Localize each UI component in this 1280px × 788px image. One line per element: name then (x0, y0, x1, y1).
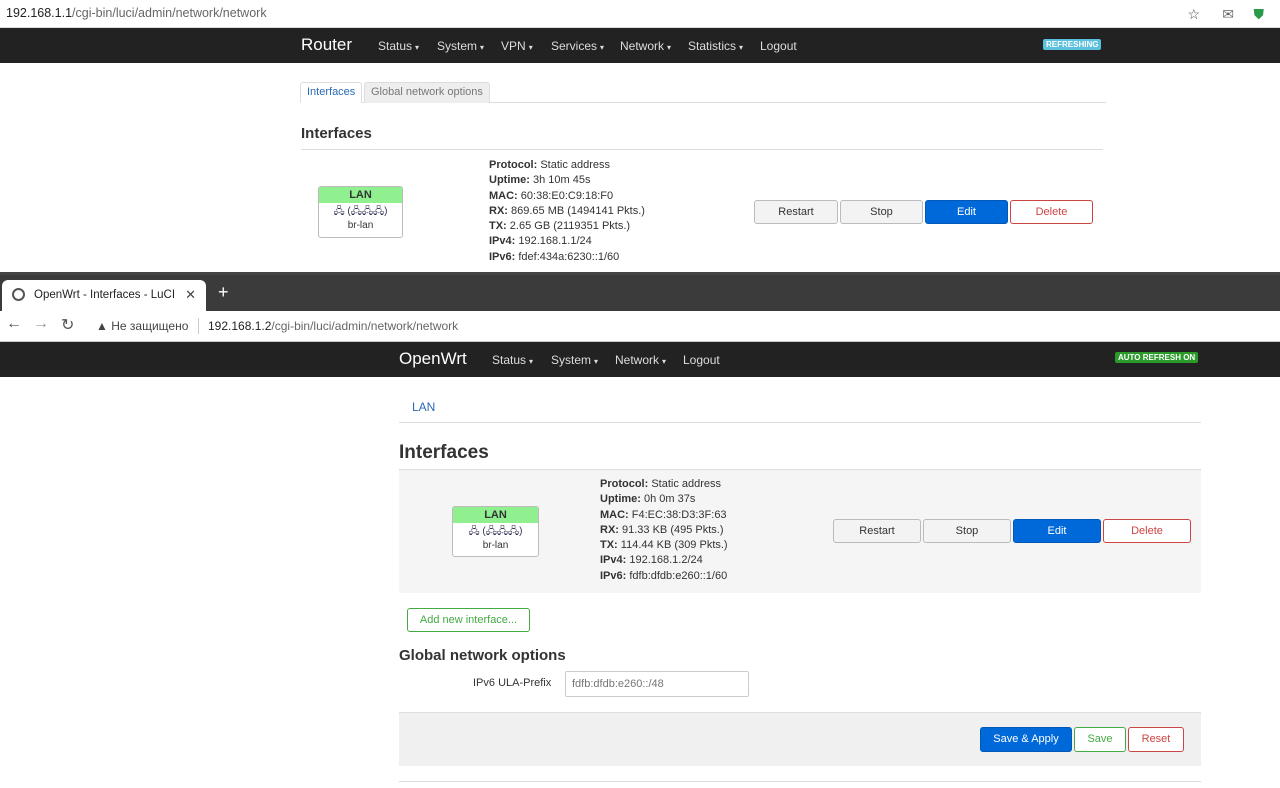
tab-bar: Interfaces Global network options (300, 82, 1106, 103)
info-rx: RX: 91.33 KB (495 Pkts.) (600, 523, 724, 536)
stop-button[interactable]: Stop (840, 200, 923, 224)
divider (399, 781, 1201, 782)
menu-services[interactable]: Services ▾ (551, 39, 604, 53)
menu-statistics[interactable]: Statistics ▾ (688, 39, 743, 53)
lan-tab-link[interactable]: LAN (412, 400, 435, 414)
info-ipv4: IPv4: 192.168.1.2/24 (600, 554, 703, 567)
info-mac: MAC: 60:38:E0:C9:18:F0 (489, 189, 614, 202)
menu-network[interactable]: Network ▾ (615, 353, 666, 367)
new-tab-icon[interactable]: + (218, 282, 229, 303)
menu-system[interactable]: System ▾ (551, 353, 598, 367)
menu-status[interactable]: Status ▾ (492, 353, 533, 367)
warning-icon: ▲ (96, 319, 108, 333)
router-window: 192.168.1.1/cgi-bin/luci/admin/network/n… (0, 0, 1280, 274)
bookmark-star-icon[interactable]: ☆ (1187, 5, 1200, 23)
info-rx: RX: 869.65 MB (1494141 Pkts.) (489, 204, 645, 217)
top-navbar: Router Status ▾ System ▾ VPN ▾ Services ▾ Ne… (0, 28, 1280, 63)
top-navbar: OpenWrt Status ▾ System ▾ Network ▾ Logout … (0, 342, 1280, 377)
interface-name: LAN (453, 507, 538, 523)
menu-network[interactable]: Network ▾ (620, 39, 671, 53)
interface-status-info: Protocol: Static address Uptime: 0h 0m 3… (600, 477, 728, 584)
interface-device: br-lan (347, 220, 374, 231)
browser-toolbar: ← → ↻ ▲ Не защищено 192.168.1.2/cgi-bin/… (0, 311, 1280, 342)
stop-button[interactable]: Stop (923, 519, 1011, 543)
restart-button[interactable]: Restart (754, 200, 838, 224)
save-button[interactable]: Save (1074, 727, 1126, 752)
info-ipv4: IPv4: 192.168.1.1/24 (489, 235, 592, 248)
tab-interfaces[interactable]: Interfaces (300, 82, 363, 103)
edit-button[interactable]: Edit (1013, 519, 1101, 543)
menu-status[interactable]: Status ▾ (378, 39, 419, 53)
info-protocol: Protocol: Static address (600, 478, 722, 490)
divider (301, 149, 1103, 150)
menu-vpn[interactable]: VPN ▾ (501, 39, 533, 53)
section-title: Interfaces (399, 442, 489, 463)
url-separator (198, 318, 199, 334)
auto-refresh-badge[interactable]: AUTO REFRESH ON (1115, 352, 1199, 363)
reset-button[interactable]: Reset (1128, 727, 1184, 752)
brand-logo[interactable]: OpenWrt (399, 349, 467, 369)
refresh-status-badge[interactable]: REFRESHING (1043, 39, 1102, 50)
divider (399, 422, 1201, 423)
back-icon[interactable]: ← (6, 315, 22, 333)
add-new-interface-button[interactable]: Add new interface... (407, 608, 530, 632)
info-tx: TX: 2.65 GB (2119351 Pkts.) (489, 220, 631, 233)
reload-icon[interactable]: ↻ (61, 315, 74, 335)
interface-badge-lan: LAN 🖧 (🖧🖧🖧) br-lan (318, 186, 403, 238)
ula-prefix-input[interactable] (565, 671, 749, 697)
info-ipv6: IPv6: fdfb:dfdb:e260::1/60 (600, 569, 728, 582)
menu-system[interactable]: System ▾ (437, 39, 484, 53)
section-title: Interfaces (301, 125, 372, 142)
info-tx: TX: 114.44 KB (309 Pkts.) (600, 539, 728, 552)
address-bar[interactable]: 192.168.1.1/cgi-bin/luci/admin/network/n… (0, 0, 1280, 28)
brand-logo[interactable]: Router (301, 35, 352, 55)
openwrt-favicon-icon (12, 288, 25, 301)
close-tab-icon[interactable]: ✕ (185, 287, 196, 303)
info-mac: MAC: F4:EC:38:D3:3F:63 (600, 508, 727, 521)
browser-tab[interactable]: OpenWrt - Interfaces - LuCI ✕ (2, 280, 206, 311)
edit-button[interactable]: Edit (925, 200, 1008, 224)
tab-global-network-options[interactable]: Global network options (364, 82, 490, 103)
menu-logout[interactable]: Logout (760, 39, 797, 53)
network-port-icons: 🖧 (🖧🖧🖧) (333, 206, 388, 217)
url-host: 192.168.1.1 (6, 6, 73, 20)
interface-status-info: Protocol: Static address Uptime: 3h 10m … (489, 158, 645, 265)
menu-logout[interactable]: Logout (683, 353, 720, 367)
save-apply-button[interactable]: Save & Apply (980, 727, 1072, 752)
delete-button[interactable]: Delete (1010, 200, 1093, 224)
restart-button[interactable]: Restart (833, 519, 921, 543)
info-ipv6: IPv6: fdef:434a:6230::1/60 (489, 250, 620, 263)
info-protocol: Protocol: Static address (489, 159, 611, 171)
delete-button[interactable]: Delete (1103, 519, 1191, 543)
interface-device: br-lan (482, 540, 509, 551)
info-uptime: Uptime: 0h 0m 37s (600, 493, 696, 506)
info-uptime: Uptime: 3h 10m 45s (489, 174, 591, 187)
ula-prefix-label: IPv6 ULA-Prefix (473, 677, 552, 689)
address-url[interactable]: 192.168.1.2/cgi-bin/luci/admin/network/n… (208, 319, 458, 333)
url-path: /cgi-bin/luci/admin/network/network (72, 6, 267, 20)
shield-icon[interactable]: ⛊ (1254, 5, 1265, 23)
browser-tab-strip: OpenWrt - Interfaces - LuCI ✕ (0, 275, 1280, 311)
forward-icon[interactable]: → (33, 315, 49, 333)
interface-badge-lan: LAN 🖧 (🖧🖧🖧) br-lan (452, 506, 539, 557)
network-port-icons: 🖧 (🖧🖧🖧) (468, 526, 523, 537)
security-indicator[interactable]: ▲ Не защищено (96, 319, 188, 333)
mail-icon[interactable]: ✉ (1222, 5, 1234, 23)
browser-tab-title: OpenWrt - Interfaces - LuCI (34, 289, 176, 301)
address-url[interactable]: 192.168.1.1/cgi-bin/luci/admin/network/n… (6, 6, 267, 20)
interface-name: LAN (319, 187, 402, 203)
global-options-title: Global network options (399, 647, 566, 664)
